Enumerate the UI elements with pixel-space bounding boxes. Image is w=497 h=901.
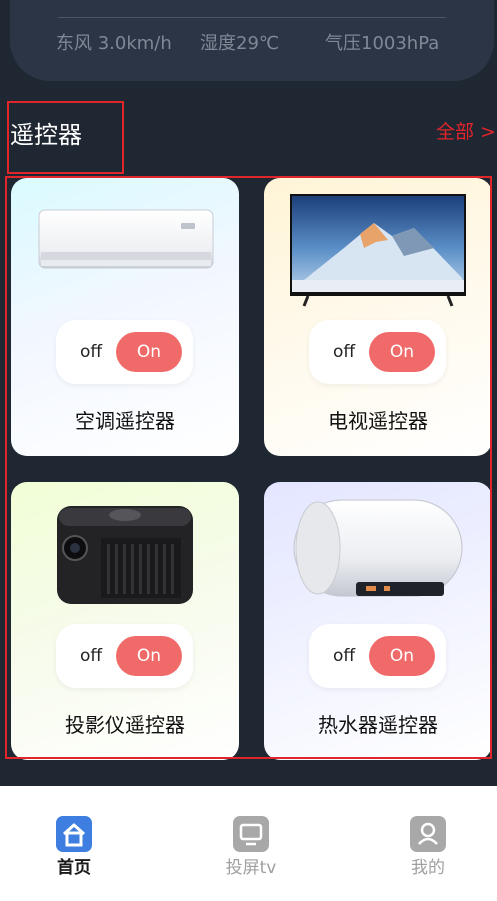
view-all-link[interactable]: 全部 > [436,119,496,145]
bottom-tab-bar: 首页 投屏tv 我的 [0,786,497,901]
tab-profile[interactable]: 我的 [378,816,478,880]
section-title: 遥控器 [10,121,82,149]
humidity-text: 湿度29℃ [200,33,280,54]
tab-home[interactable]: 首页 [24,816,124,880]
tab-cast-label: 投屏tv [225,858,277,878]
weather-row: 东风 3.0km/h 湿度29℃ 气压1003hPa [10,30,494,58]
cast-screen-icon [233,816,269,852]
weather-card: 东风 3.0km/h 湿度29℃ 气压1003hPa [10,0,494,81]
remote-grid-highlight [5,176,492,759]
profile-icon [410,816,446,852]
wind-text: 东风 3.0km/h [56,33,172,54]
tab-cast[interactable]: 投屏tv [201,816,301,880]
tab-profile-label: 我的 [411,858,445,878]
weather-divider [58,17,446,18]
tab-home-label: 首页 [57,858,91,878]
pressure-text: 气压1003hPa [325,33,440,54]
home-icon [56,816,92,852]
